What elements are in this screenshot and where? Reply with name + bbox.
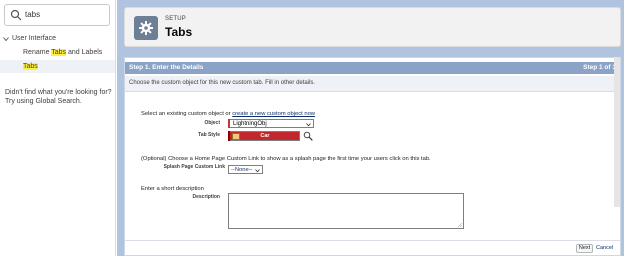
wizard-panel: Step 1. Enter the Details Step 1 of 3 Ch… bbox=[124, 57, 621, 256]
splash-label: Splash Page Custom Link bbox=[163, 164, 225, 170]
step-progress: Step 1 of 3 bbox=[583, 64, 616, 71]
page-title: Tabs bbox=[165, 25, 193, 39]
header-eyebrow: SETUP bbox=[165, 16, 187, 22]
scrollbar[interactable] bbox=[614, 57, 620, 207]
chevron-down-icon[interactable] bbox=[3, 36, 9, 42]
main-area: SETUP Tabs Step 1. Enter the Details Ste… bbox=[117, 0, 624, 256]
footer-divider bbox=[125, 240, 620, 241]
tree-item-text: Rename bbox=[23, 49, 52, 56]
object-select[interactable]: LightningObj bbox=[228, 119, 314, 128]
gear-icon bbox=[134, 16, 158, 40]
tab-style-field[interactable]: Car bbox=[228, 131, 300, 141]
step-title: Step 1. Enter the Details bbox=[129, 64, 204, 71]
global-search-hint: Didn't find what you're looking for? Try… bbox=[5, 89, 112, 105]
object-intro: Select an existing custom object or crea… bbox=[141, 111, 315, 117]
tree-node-user-interface[interactable]: User Interface bbox=[3, 35, 56, 42]
description-intro: Enter a short description bbox=[141, 186, 204, 192]
splash-page-select[interactable]: --None-- bbox=[228, 165, 263, 174]
tree-item-rename-tabs[interactable]: Rename Tabs and Labels bbox=[0, 46, 115, 59]
search-highlight: Tabs bbox=[51, 49, 67, 56]
search-highlight: Tabs bbox=[23, 63, 38, 70]
object-select-value: LightningObj bbox=[233, 121, 267, 127]
dropdown-arrow-icon bbox=[306, 123, 311, 127]
required-indicator bbox=[228, 119, 230, 128]
tab-style-value: Car bbox=[260, 133, 270, 139]
step-subtitle: Choose the custom object for this new cu… bbox=[129, 80, 316, 86]
dropdown-arrow-icon bbox=[255, 169, 260, 173]
cancel-link[interactable]: Cancel bbox=[596, 245, 613, 251]
lookup-icon[interactable] bbox=[303, 131, 313, 141]
description-textarea[interactable] bbox=[228, 193, 464, 229]
object-label: Object bbox=[204, 120, 220, 126]
description-label: Description bbox=[192, 194, 220, 200]
step-bar: Step 1. Enter the Details Step 1 of 3 bbox=[125, 62, 620, 74]
search-input-value[interactable]: tabs bbox=[25, 10, 40, 19]
search-icon bbox=[10, 9, 22, 21]
next-button[interactable]: Next bbox=[576, 244, 593, 253]
create-custom-object-link[interactable]: create a new custom object now bbox=[232, 111, 315, 117]
tab-style-label: Tab Style bbox=[198, 132, 220, 138]
object-intro-text: Select an existing custom object or bbox=[141, 111, 233, 117]
tree-item-text: and Labels bbox=[66, 49, 103, 56]
splash-select-value: --None-- bbox=[231, 167, 253, 173]
quick-find-search[interactable]: tabs bbox=[4, 4, 110, 26]
tree-node-label: User Interface bbox=[12, 35, 56, 42]
splash-intro: (Optional) Choose a Home Page Custom Lin… bbox=[141, 156, 431, 162]
resize-handle-icon[interactable] bbox=[458, 223, 462, 227]
quick-find-panel: tabs User Interface Rename Tabs and Labe… bbox=[0, 0, 116, 256]
tree-item-tabs[interactable]: Tabs bbox=[0, 60, 115, 73]
step-instructions: Choose the custom object for this new cu… bbox=[125, 76, 620, 92]
page-header: SETUP Tabs bbox=[124, 7, 621, 47]
